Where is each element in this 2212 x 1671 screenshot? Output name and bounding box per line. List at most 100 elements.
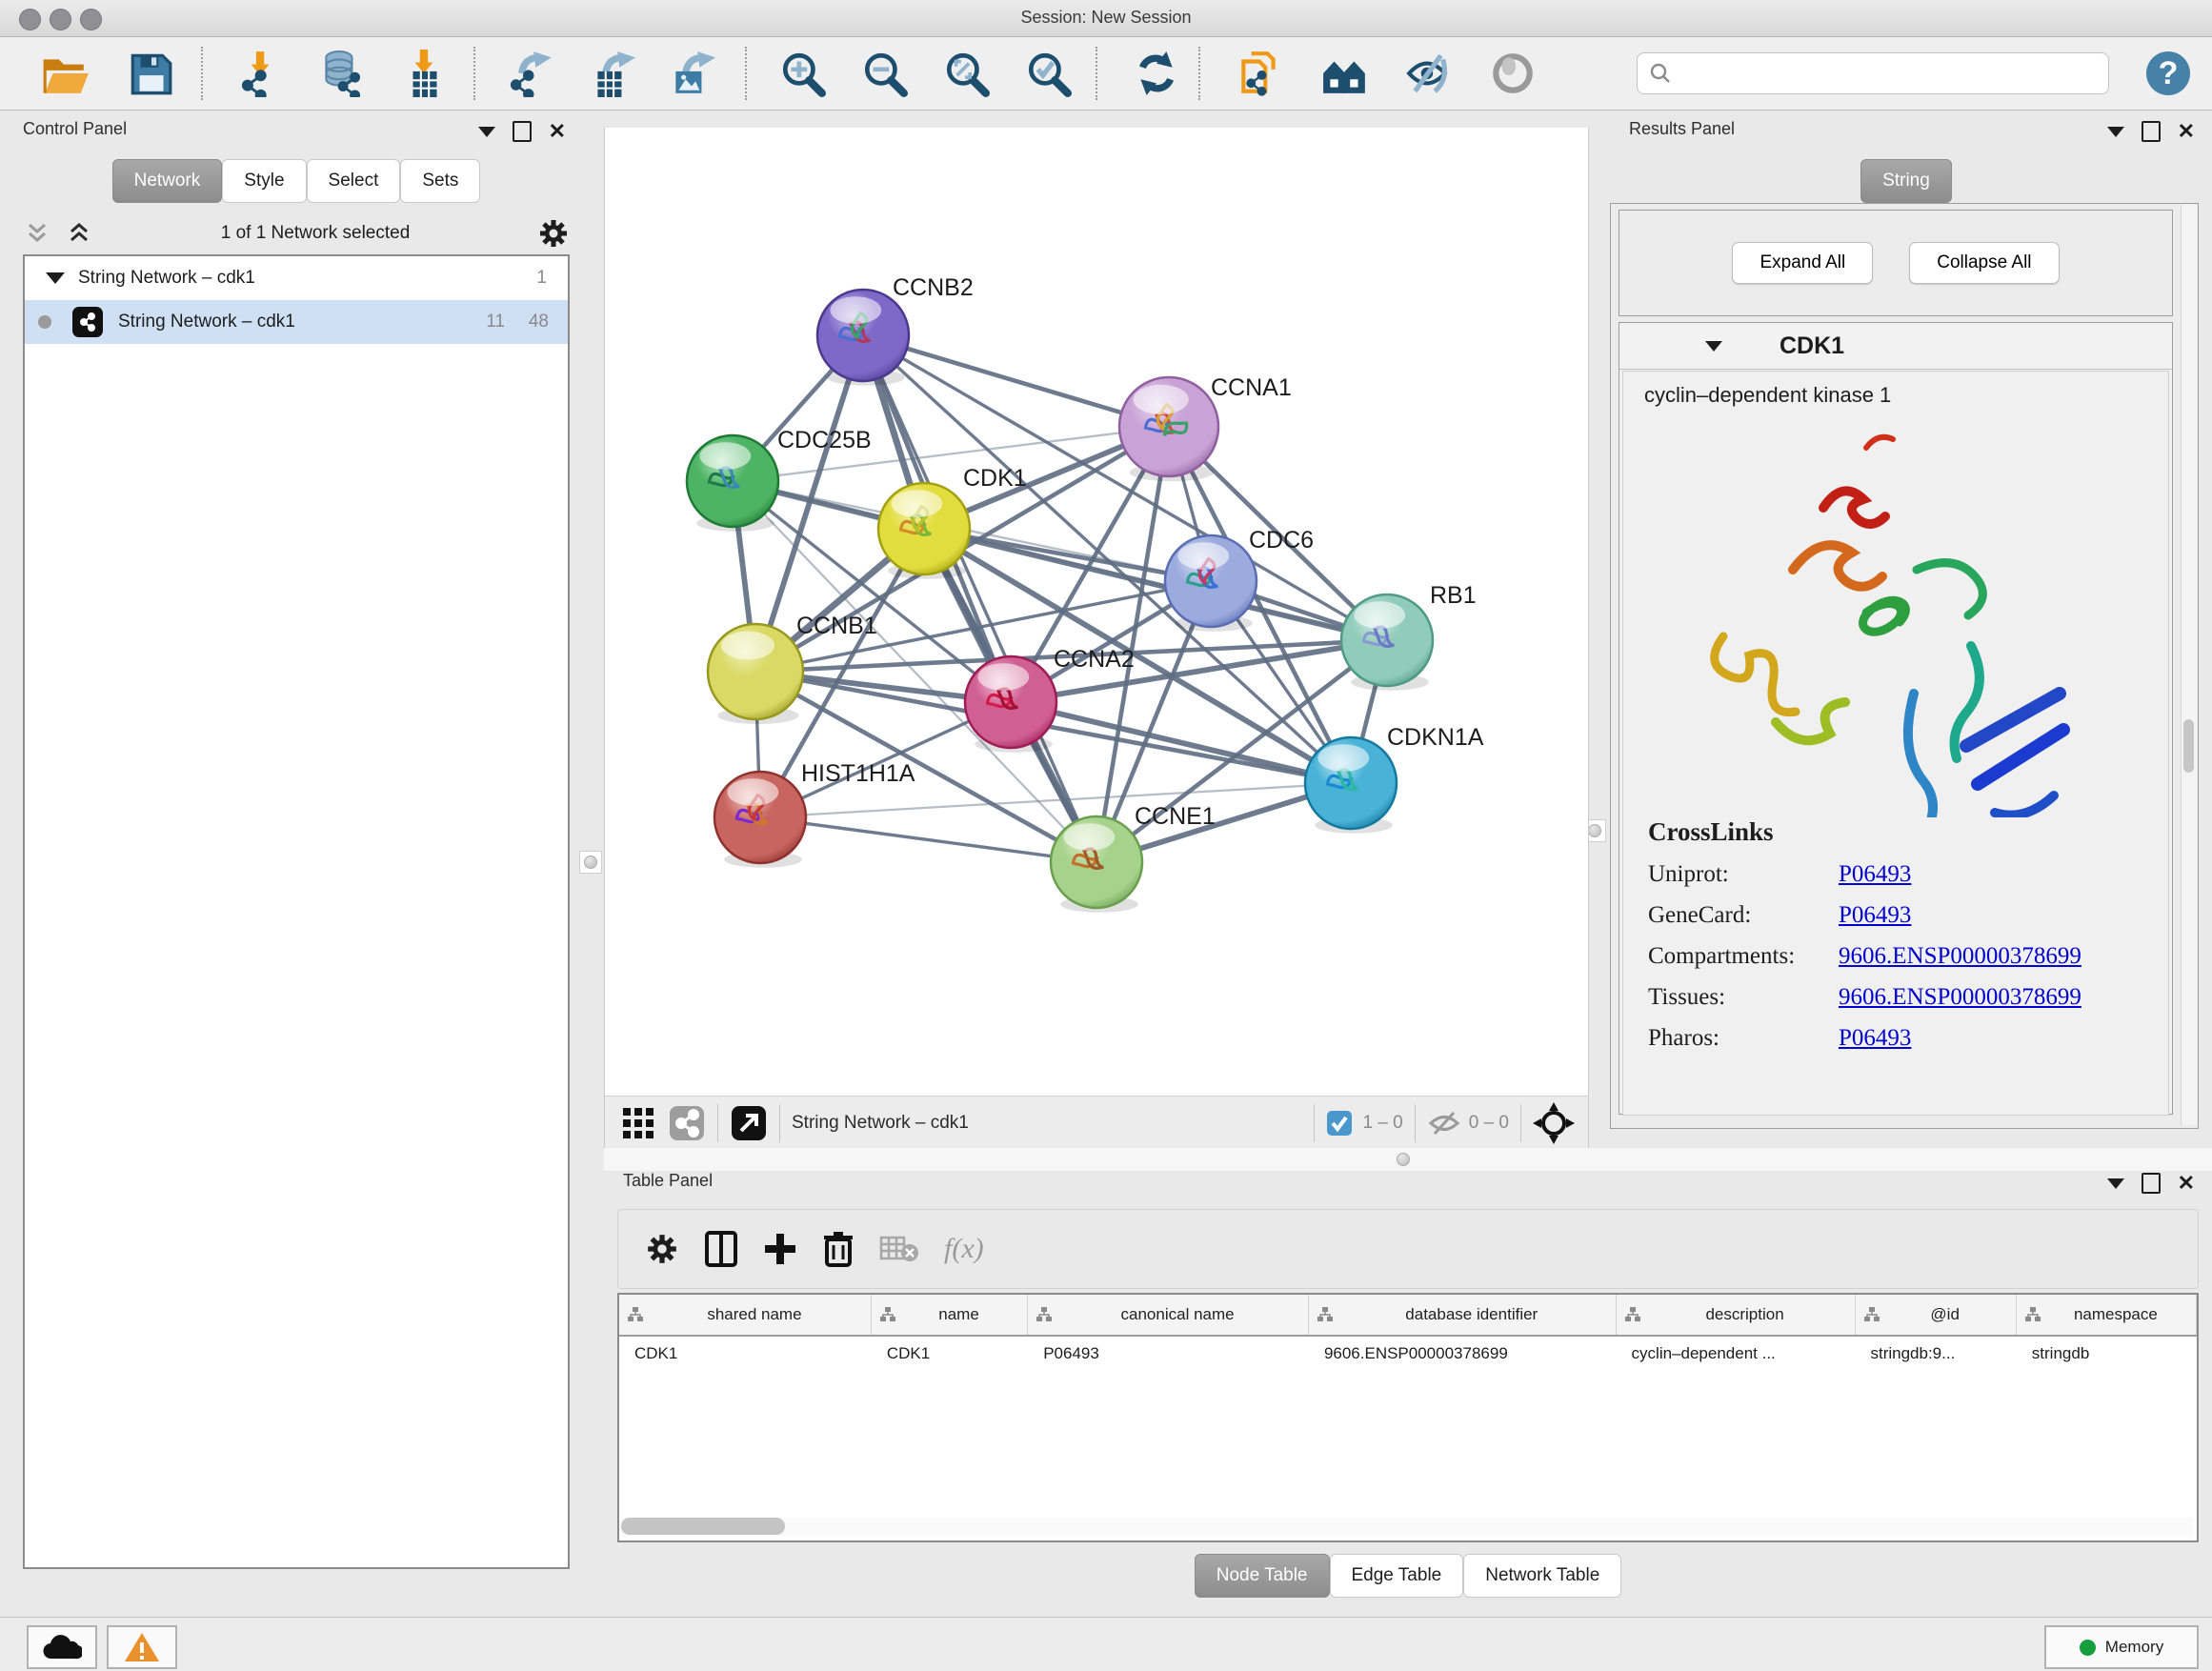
zoom-fit-button[interactable] bbox=[939, 47, 993, 100]
refresh-button[interactable] bbox=[1130, 47, 1183, 100]
splitter-handle-dot[interactable] bbox=[1397, 1153, 1410, 1166]
zoom-in-button[interactable] bbox=[775, 47, 829, 100]
column-header-database-identifier[interactable]: database identifier bbox=[1309, 1295, 1617, 1335]
selected-checkbox-icon[interactable] bbox=[1326, 1110, 1353, 1137]
warnings-button[interactable] bbox=[107, 1625, 177, 1669]
crosslink-link[interactable]: 9606.ENSP00000378699 bbox=[1839, 984, 2081, 1011]
crosslink-link[interactable]: P06493 bbox=[1839, 1025, 1911, 1052]
table-close-icon[interactable]: ✕ bbox=[2178, 1175, 2195, 1192]
panel-float-icon[interactable] bbox=[513, 121, 532, 142]
cell-name[interactable]: CDK1 bbox=[872, 1337, 1028, 1371]
cell-canonical-name[interactable]: P06493 bbox=[1028, 1337, 1309, 1371]
birds-eye-view-icon[interactable] bbox=[730, 1104, 768, 1142]
table-menu-icon[interactable] bbox=[2107, 1178, 2124, 1189]
save-session-button[interactable] bbox=[124, 47, 177, 100]
column-header-canonical-name[interactable]: canonical name bbox=[1028, 1295, 1309, 1335]
column-header-name[interactable]: name bbox=[872, 1295, 1028, 1335]
table-row[interactable]: CDK1CDK1P064939606.ENSP00000378699cyclin… bbox=[619, 1337, 2197, 1371]
column-header--id[interactable]: @id bbox=[1856, 1295, 2017, 1335]
tab-select[interactable]: Select bbox=[307, 159, 401, 203]
results-scrollbar-thumb[interactable] bbox=[2183, 719, 2194, 773]
memory-button[interactable]: Memory bbox=[2044, 1625, 2199, 1669]
export-image-button[interactable] bbox=[665, 47, 718, 100]
results-menu-icon[interactable] bbox=[2107, 127, 2124, 137]
export-network-button[interactable] bbox=[503, 47, 556, 100]
crosslink-row: GeneCard:P06493 bbox=[1623, 902, 2168, 929]
crosslink-link[interactable]: P06493 bbox=[1839, 861, 1911, 888]
node-CCNB2[interactable]: CCNB2 bbox=[817, 274, 974, 386]
edge-CCNA2-CDKN1A[interactable] bbox=[1011, 702, 1351, 783]
panel-close-icon[interactable]: ✕ bbox=[549, 123, 566, 140]
crosslink-link[interactable]: P06493 bbox=[1839, 902, 1911, 929]
results-scrollbar[interactable] bbox=[2181, 205, 2197, 1125]
search-field[interactable] bbox=[1672, 63, 2076, 84]
results-float-icon[interactable] bbox=[2142, 121, 2161, 142]
left-splitter-handle[interactable] bbox=[579, 851, 602, 874]
expand-all-icon[interactable] bbox=[65, 219, 93, 248]
tab-edge-table[interactable]: Edge Table bbox=[1330, 1554, 1464, 1598]
expand-all-button[interactable]: Expand All bbox=[1732, 242, 1873, 284]
tab-string[interactable]: String bbox=[1860, 159, 1952, 203]
tab-style[interactable]: Style bbox=[222, 159, 306, 203]
column-header-shared-name[interactable]: shared name bbox=[619, 1295, 872, 1335]
fit-content-crosshair-icon[interactable] bbox=[1533, 1102, 1575, 1144]
hide-panel-button[interactable] bbox=[1402, 47, 1456, 100]
zoom-out-button[interactable] bbox=[857, 47, 911, 100]
tab-network-table[interactable]: Network Table bbox=[1463, 1554, 1621, 1598]
column-type-icon bbox=[1863, 1306, 1880, 1323]
import-network-database-button[interactable] bbox=[314, 47, 368, 100]
network-list-options-gear-icon[interactable] bbox=[537, 217, 570, 250]
add-column-icon[interactable] bbox=[763, 1232, 797, 1266]
network-canvas[interactable]: CCNB2CCNA1CDC25BCDK1CDC6RB1CCNB1CCNA2CDK… bbox=[605, 128, 1588, 1096]
node-CDKN1A[interactable]: CDKN1A bbox=[1305, 724, 1484, 834]
cell--id[interactable]: stringdb:9... bbox=[1855, 1337, 2016, 1371]
table-hscrollbar-thumb[interactable] bbox=[621, 1518, 785, 1535]
export-table-button[interactable] bbox=[585, 47, 638, 100]
edge-CCNE1-HIST1H1A[interactable] bbox=[760, 817, 1096, 862]
clone-network-button[interactable] bbox=[1233, 47, 1286, 100]
table-float-icon[interactable] bbox=[2142, 1173, 2161, 1194]
open-file-button[interactable] bbox=[38, 47, 91, 100]
node-RB1[interactable]: RB1 bbox=[1341, 582, 1477, 691]
tab-network[interactable]: Network bbox=[112, 159, 223, 203]
network-row[interactable]: String Network – cdk1 11 48 bbox=[25, 300, 568, 344]
cell-namespace[interactable]: stringdb bbox=[2017, 1337, 2197, 1371]
table-hscrollbar[interactable] bbox=[621, 1518, 2193, 1537]
home-networks-button[interactable] bbox=[1318, 47, 1372, 100]
protein-section-header[interactable]: CDK1 bbox=[1619, 323, 2172, 370]
export-network-icon bbox=[506, 50, 553, 97]
column-header-namespace[interactable]: namespace bbox=[2017, 1295, 2197, 1335]
tree-expand-icon[interactable] bbox=[46, 272, 65, 284]
import-network-file-button[interactable] bbox=[232, 47, 286, 100]
network-collection-row[interactable]: String Network – cdk1 1 bbox=[25, 256, 568, 300]
import-table-button[interactable] bbox=[398, 47, 452, 100]
cell-description[interactable]: cyclin–dependent ... bbox=[1617, 1337, 1856, 1371]
hidden-counter: 0 – 0 bbox=[1469, 1113, 1509, 1134]
show-columns-icon[interactable] bbox=[704, 1230, 738, 1268]
panel-menu-icon[interactable] bbox=[478, 127, 495, 137]
highlight-button[interactable] bbox=[1486, 47, 1539, 100]
tab-node-table[interactable]: Node Table bbox=[1195, 1554, 1330, 1598]
collapse-all-button[interactable]: Collapse All bbox=[1909, 242, 2059, 284]
tab-sets[interactable]: Sets bbox=[400, 159, 480, 203]
results-close-icon[interactable]: ✕ bbox=[2178, 123, 2195, 140]
node-count: 11 bbox=[486, 312, 505, 332]
cell-shared-name[interactable]: CDK1 bbox=[619, 1337, 872, 1371]
section-collapse-icon[interactable] bbox=[1705, 341, 1722, 352]
help-button[interactable]: ? bbox=[2142, 47, 2195, 100]
delete-column-icon[interactable] bbox=[822, 1230, 855, 1268]
network-thumbnail-icon[interactable] bbox=[668, 1104, 706, 1142]
grid-view-icon[interactable] bbox=[620, 1105, 656, 1141]
table-panel-splitter[interactable] bbox=[604, 1148, 2212, 1171]
cloud-button[interactable] bbox=[27, 1625, 97, 1669]
search-icon bbox=[1649, 62, 1672, 85]
node-CDC25B[interactable]: CDC25B bbox=[687, 427, 872, 532]
results-panel-title: Results Panel bbox=[1629, 119, 1735, 139]
search-input[interactable] bbox=[1637, 52, 2109, 94]
crosslink-link[interactable]: 9606.ENSP00000378699 bbox=[1839, 943, 2081, 970]
cell-database-identifier[interactable]: 9606.ENSP00000378699 bbox=[1309, 1337, 1617, 1371]
column-header-description[interactable]: description bbox=[1617, 1295, 1856, 1335]
zoom-selected-button[interactable] bbox=[1021, 47, 1075, 100]
table-options-gear-icon[interactable] bbox=[645, 1232, 679, 1266]
collapse-all-icon[interactable] bbox=[23, 219, 51, 248]
